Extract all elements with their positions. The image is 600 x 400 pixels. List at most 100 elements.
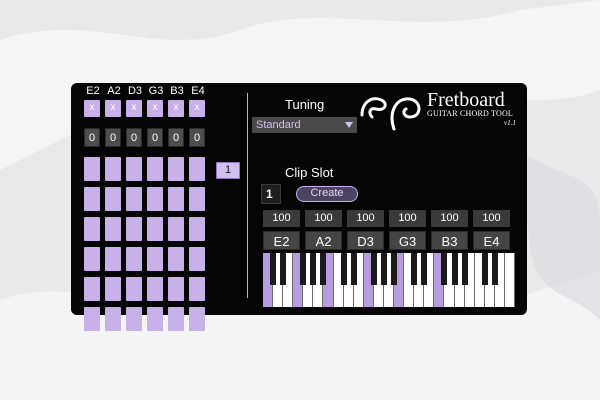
fret-cell[interactable] [168,157,184,181]
fret-cell[interactable] [168,217,184,241]
velocity-box[interactable]: 100 [263,210,300,227]
fret-cell[interactable] [126,157,142,181]
fret-cell[interactable] [105,247,121,271]
fret-cell[interactable] [84,277,100,301]
fret-cell[interactable] [189,187,205,211]
open-string-cell[interactable]: 0 [147,128,163,147]
velocity-box[interactable]: 100 [305,210,342,227]
note-box[interactable]: D3 [347,231,384,250]
string-label: D3 [127,85,143,97]
fret-cell[interactable] [126,277,142,301]
fret-cell[interactable] [105,157,121,181]
mute-cell[interactable]: x [105,100,121,117]
piano-black-key[interactable] [491,253,498,285]
mute-cell[interactable]: x [189,100,205,117]
open-string-cell[interactable]: 0 [189,128,205,147]
tuning-label: Tuning [285,97,325,112]
piano-black-key[interactable] [300,253,307,285]
piano-black-key[interactable] [280,253,287,285]
fret-cell[interactable] [147,157,163,181]
piano-black-key[interactable] [421,253,428,285]
fret-cell[interactable] [126,217,142,241]
piano-black-key[interactable] [391,253,398,285]
clip-slot-label: Clip Slot [285,165,334,180]
chevron-down-icon [345,122,353,128]
string-label: A2 [107,85,121,97]
note-box[interactable]: A2 [305,231,342,250]
open-string-cell[interactable]: 0 [168,128,184,147]
fret-cell[interactable] [168,277,184,301]
note-box[interactable]: E4 [473,231,510,250]
fret-cell[interactable] [189,277,205,301]
fret-position-box[interactable]: 1 [216,162,240,179]
fret-cell[interactable] [189,217,205,241]
open-string-cell[interactable]: 0 [126,128,142,147]
velocity-box[interactable]: 100 [389,210,426,227]
velocity-box[interactable]: 100 [431,210,468,227]
device-panel: E2 A2 D3 G3 B3 E4 xxxxxx000000 1 Tuning Stand… [71,83,527,331]
piano-black-key[interactable] [461,253,468,285]
fret-cell[interactable] [84,217,100,241]
fret-cell[interactable] [84,247,100,271]
logo-title: Fretboard [427,89,505,111]
logo-version: v1.1 [504,119,516,127]
fret-cell[interactable] [189,157,205,181]
mute-cell[interactable]: x [126,100,142,117]
piano-black-key[interactable] [310,253,317,285]
piano-keyboard [263,253,515,307]
fret-cell[interactable] [168,307,184,331]
piano-black-key[interactable] [441,253,448,285]
open-string-cell[interactable]: 0 [84,128,100,147]
mute-cell[interactable]: x [84,100,100,117]
mute-cell[interactable]: x [147,100,163,117]
piano-black-key[interactable] [481,253,488,285]
piano-black-key[interactable] [350,253,357,285]
velocity-box[interactable]: 100 [347,210,384,227]
note-box[interactable]: E2 [263,231,300,250]
fret-cell[interactable] [84,307,100,331]
tuning-dropdown[interactable]: Standard [252,117,357,133]
string-label: E4 [191,85,205,97]
fret-cell[interactable] [189,247,205,271]
piano-black-key[interactable] [380,253,387,285]
note-box[interactable]: G3 [389,231,426,250]
piano-black-key[interactable] [340,253,347,285]
fret-cell[interactable] [147,187,163,211]
string-label: E2 [86,85,100,97]
fret-cell[interactable] [105,187,121,211]
fret-cell[interactable] [126,247,142,271]
fret-cell[interactable] [105,217,121,241]
clip-slot-number[interactable]: 1 [261,184,281,204]
note-box[interactable]: B3 [431,231,468,250]
fret-cell[interactable] [126,187,142,211]
tuning-selected-value: Standard [256,119,301,131]
fret-cell[interactable] [147,277,163,301]
mute-cell[interactable]: x [168,100,184,117]
piano-black-key[interactable] [370,253,377,285]
piano-black-key[interactable] [451,253,458,285]
logo-icon [360,97,421,131]
fret-cell[interactable] [105,307,121,331]
open-string-cell[interactable]: 0 [105,128,121,147]
fret-cell[interactable] [189,307,205,331]
divider [247,93,248,298]
piano-black-key[interactable] [320,253,327,285]
create-button[interactable]: Create [296,186,358,202]
fret-cell[interactable] [84,157,100,181]
fret-cell[interactable] [147,247,163,271]
fret-cell[interactable] [126,307,142,331]
piano-black-key[interactable] [411,253,418,285]
velocity-box[interactable]: 100 [473,210,510,227]
string-labels: E2 A2 D3 G3 B3 E4 [83,85,213,97]
logo-subtitle: GUITAR CHORD TOOL [427,109,514,118]
piano-white-key[interactable] [504,253,515,307]
piano-black-key[interactable] [270,253,277,285]
fret-cell[interactable] [168,247,184,271]
fret-cell[interactable] [147,217,163,241]
string-label: G3 [148,85,164,97]
fret-cell[interactable] [105,277,121,301]
fret-cell[interactable] [168,187,184,211]
fret-cell[interactable] [84,187,100,211]
fret-cell[interactable] [147,307,163,331]
string-label: B3 [170,85,184,97]
